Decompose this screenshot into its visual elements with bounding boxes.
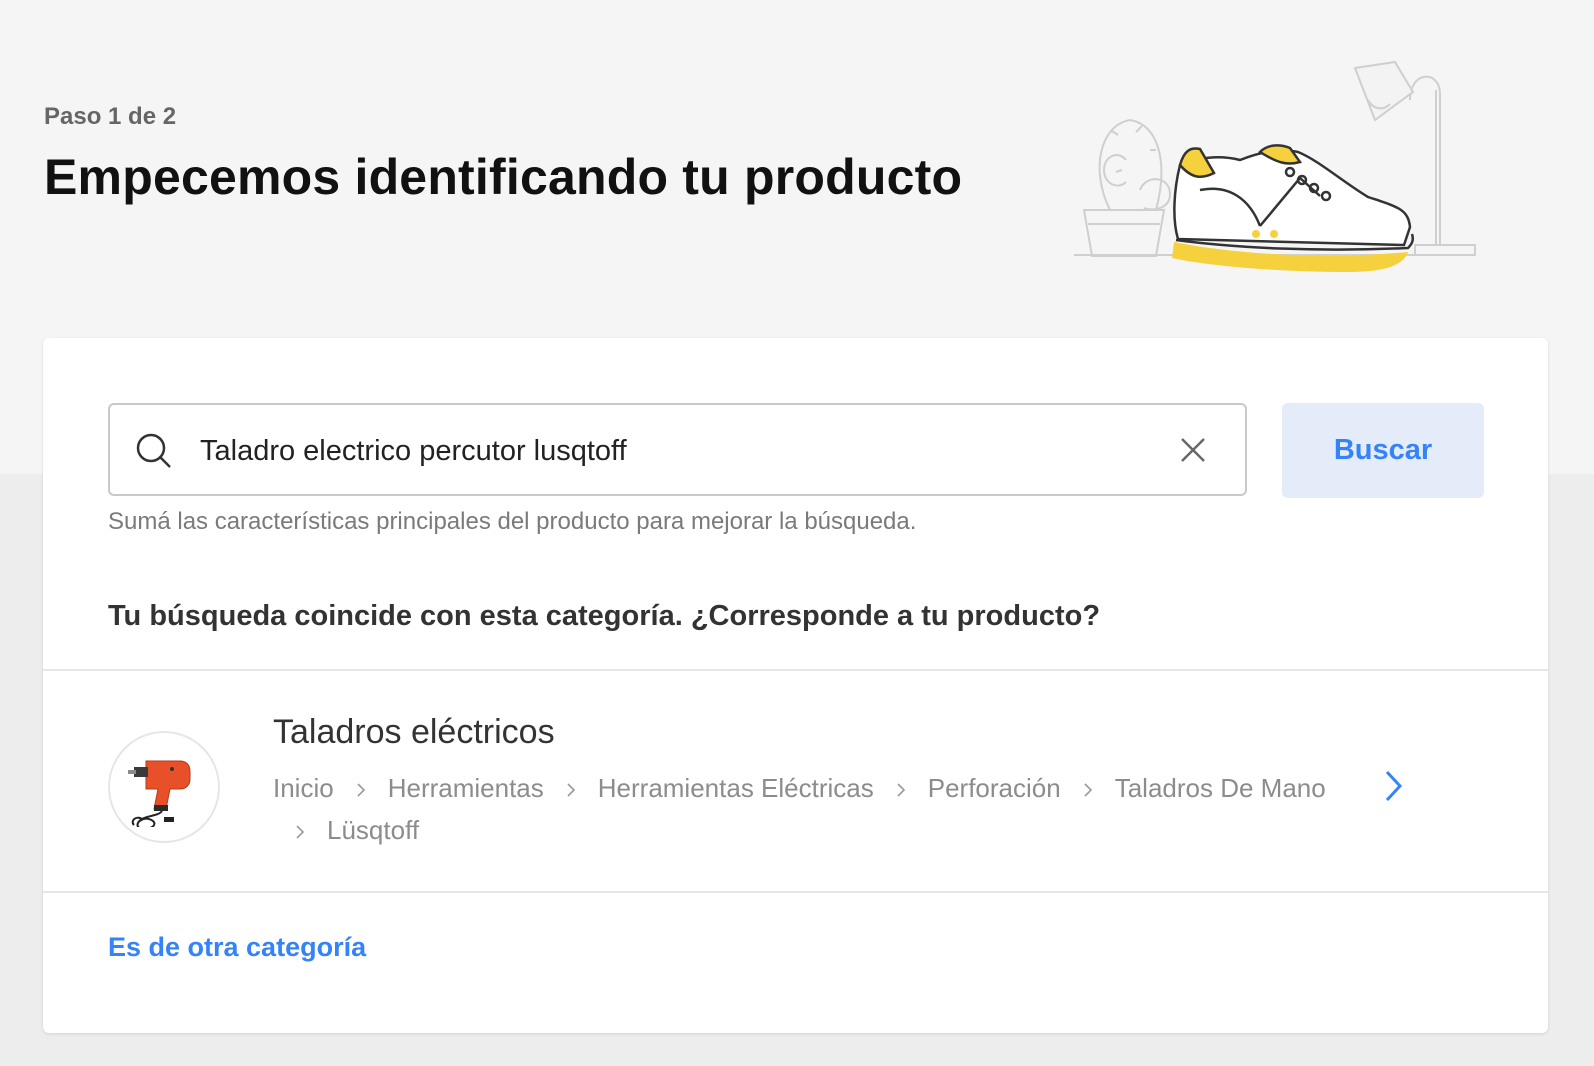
breadcrumb-chevron-icon (1081, 783, 1095, 797)
breadcrumb-item: Herramientas Eléctricas (597, 773, 874, 803)
close-icon[interactable] (1176, 433, 1210, 467)
drill-product-image (108, 731, 220, 843)
breadcrumb-chevron-icon (293, 825, 307, 839)
step-indicator: Paso 1 de 2 (44, 103, 177, 130)
chevron-right-icon[interactable] (1378, 766, 1408, 806)
search-box (108, 403, 1247, 496)
breadcrumb-item: Taladros De Mano (1114, 773, 1326, 803)
category-name: Taladros eléctricos (273, 713, 555, 751)
search-button[interactable]: Buscar (1282, 403, 1484, 498)
breadcrumb-item: Inicio (273, 773, 334, 803)
suggested-category-row[interactable]: Taladros eléctricos Inicio Herramientas He… (43, 671, 1548, 891)
divider (43, 891, 1548, 893)
breadcrumb-item: Herramientas (387, 773, 544, 803)
search-icon (136, 433, 171, 468)
breadcrumb-chevron-icon (894, 783, 908, 797)
category-match-question: Tu búsqueda coincide con esta categoría.… (108, 600, 1101, 632)
breadcrumb-item: Perforación (927, 773, 1061, 803)
breadcrumb-chevron-icon (354, 783, 368, 797)
category-breadcrumb: Inicio Herramientas Herramientas Eléctrica… (273, 767, 1333, 851)
sneaker-illustration (1074, 60, 1476, 272)
breadcrumb-chevron-icon (564, 783, 578, 797)
other-category-link[interactable]: Es de otra categoría (108, 932, 366, 963)
page-title: Empecemos identificando tu producto (44, 149, 963, 205)
search-hint: Sumá las características principales del… (108, 508, 917, 535)
breadcrumb-item: Lüsqtoff (327, 815, 420, 845)
search-input[interactable] (198, 421, 1162, 481)
product-identification-card: Buscar Sumá las características principa… (43, 338, 1548, 1033)
